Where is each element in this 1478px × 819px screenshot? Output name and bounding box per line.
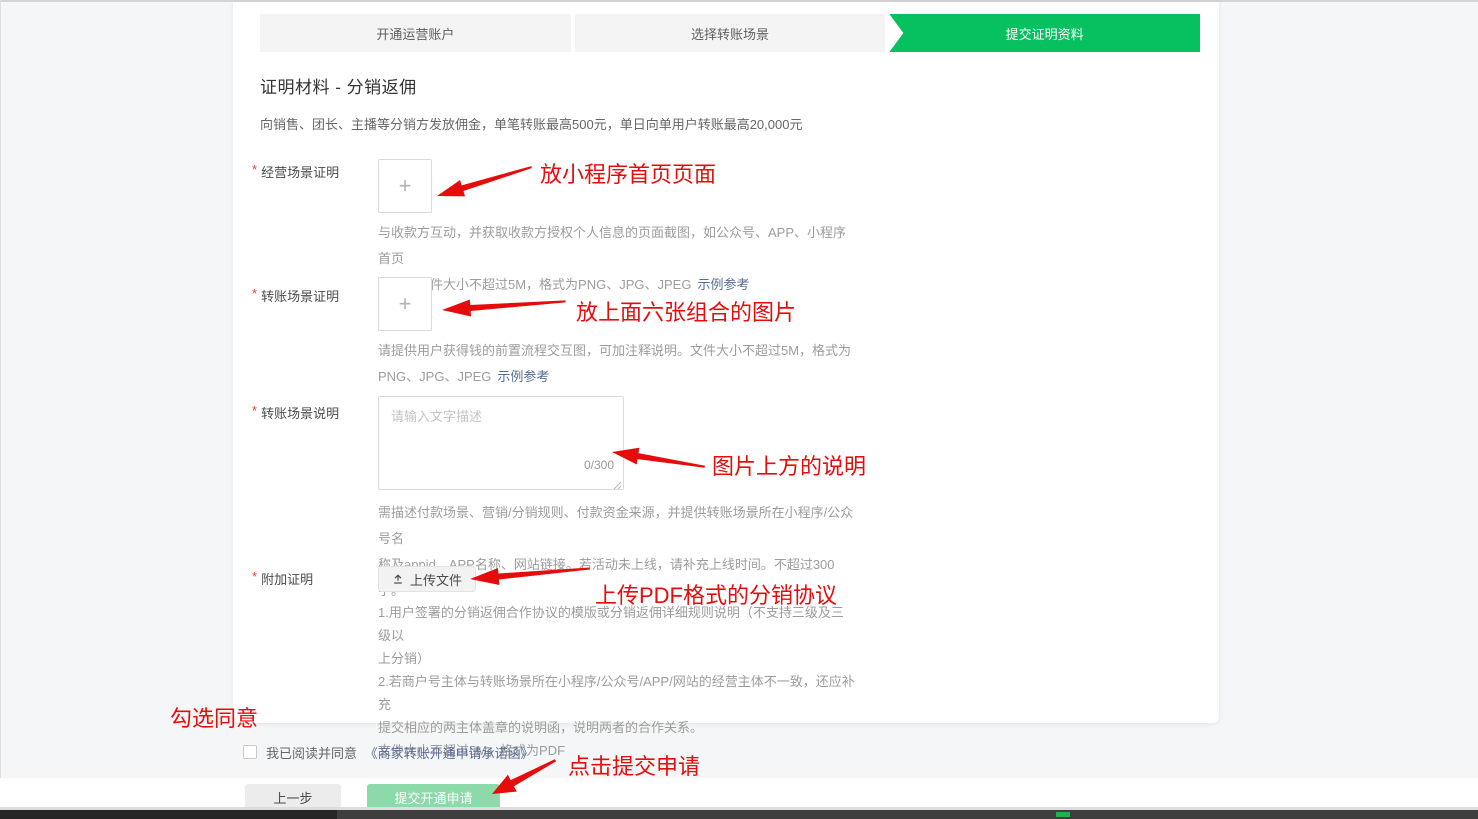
label-transfer-desc: * 转账场景说明 (252, 403, 339, 422)
required-mark: * (252, 569, 257, 584)
upload-box-business-scene[interactable]: + (378, 159, 432, 213)
help-extra-proof: 1.用户签署的分销返佣合作协议的模版或分销返佣详细规则说明（不支持三级及三级以 … (378, 601, 856, 762)
help-business-scene: 与收款方互动，并获取收款方授权个人信息的页面截图，如公众号、APP、小程序首页 … (378, 220, 856, 298)
annotation-transfer-desc: 图片上方的说明 (712, 449, 866, 481)
label-text: 经营场景证明 (261, 165, 339, 180)
annotation-extra-proof: 上传PDF格式的分销协议 (595, 578, 837, 610)
label-extra-proof: * 附加证明 (252, 569, 313, 588)
taskbar-fragment-left (0, 810, 337, 819)
example-link-business-scene[interactable]: 示例参考 (697, 277, 749, 292)
label-text: 附加证明 (261, 572, 313, 587)
transfer-desc-field: 0/300 (378, 396, 624, 490)
example-link-transfer-scene[interactable]: 示例参考 (497, 369, 549, 384)
help-line: 需描述付款场景、营销/分销规则、付款资金来源，并提供转账场景所在小程序/公众号名 (378, 500, 856, 552)
page-subtitle: 向销售、团长、主播等分销方发放佣金，单笔转账最高500元，单日向单用户转账最高2… (260, 114, 802, 133)
transfer-desc-textarea[interactable] (378, 396, 624, 490)
upload-button-label: 上传文件 (410, 570, 462, 589)
footer-strip (0, 778, 1478, 810)
help-line: 请提供用户获得钱的前置流程交互图，可加注释说明。文件大小不超过5M，格式为 (378, 338, 856, 364)
upload-file-wrap: 上传文件 (378, 566, 476, 592)
help-line-text: PNG、JPG、JPEG (378, 369, 491, 384)
required-mark: * (252, 286, 257, 301)
char-counter: 0/300 (584, 458, 614, 472)
step-select-scene: 选择转账场景 (575, 14, 886, 52)
help-transfer-scene: 请提供用户获得钱的前置流程交互图，可加注释说明。文件大小不超过5M，格式为 PN… (378, 338, 856, 390)
plus-icon: + (399, 175, 412, 197)
help-line: PNG、JPG、JPEG 示例参考 (378, 364, 856, 390)
resize-grip-icon[interactable] (612, 477, 622, 487)
window-left-border (0, 0, 1, 819)
help-line: 提交相应的两主体盖章的说明函，说明两者的合作关系。 (378, 716, 856, 739)
plus-icon: + (399, 293, 412, 315)
agreement-link[interactable]: 《商家转账开通申请承诺函》 (365, 746, 534, 761)
help-line: 与收款方互动，并获取收款方授权个人信息的页面截图，如公众号、APP、小程序首页 (378, 220, 856, 272)
annotation-agree: 勾选同意 (170, 701, 258, 733)
page: 开通运营账户 选择转账场景 提交证明资料 证明材料 - 分销返佣 向销售、团长、… (0, 0, 1478, 819)
agreement-checkbox[interactable] (243, 745, 257, 759)
step-open-account: 开通运营账户 (260, 14, 571, 52)
upload-file-button[interactable]: 上传文件 (378, 566, 476, 592)
label-text: 转账场景证明 (261, 289, 339, 304)
upload-icon (392, 573, 404, 585)
label-transfer-scene: * 转账场景证明 (252, 286, 339, 305)
label-business-scene: * 经营场景证明 (252, 162, 339, 181)
help-line: 2.若商户号主体与转账场景所在小程序/公众号/APP/网站的经营主体不一致，还应… (378, 670, 856, 716)
content-panel: 开通运营账户 选择转账场景 提交证明资料 证明材料 - 分销返佣 向销售、团长、… (233, 2, 1219, 723)
required-mark: * (252, 403, 257, 418)
taskbar-fragment-right (337, 810, 1478, 819)
annotation-submit: 点击提交申请 (568, 749, 700, 781)
agreement-text: 我已阅读并同意 《商家转账开通申请承诺函》 (266, 743, 534, 762)
annotation-business-scene: 放小程序首页页面 (540, 157, 716, 189)
taskbar-item-fragment (1056, 812, 1070, 817)
step-indicator: 开通运营账户 选择转账场景 提交证明资料 (260, 14, 1200, 52)
label-text: 转账场景说明 (261, 406, 339, 421)
step-submit-proof: 提交证明资料 (889, 14, 1200, 52)
help-line: 上分销） (378, 647, 856, 670)
required-mark: * (252, 162, 257, 177)
annotation-transfer-scene: 放上面六张组合的图片 (576, 295, 796, 327)
page-title: 证明材料 - 分销返佣 (260, 73, 417, 98)
agreement-label: 我已阅读并同意 (266, 746, 357, 761)
upload-box-transfer-scene[interactable]: + (378, 277, 432, 331)
